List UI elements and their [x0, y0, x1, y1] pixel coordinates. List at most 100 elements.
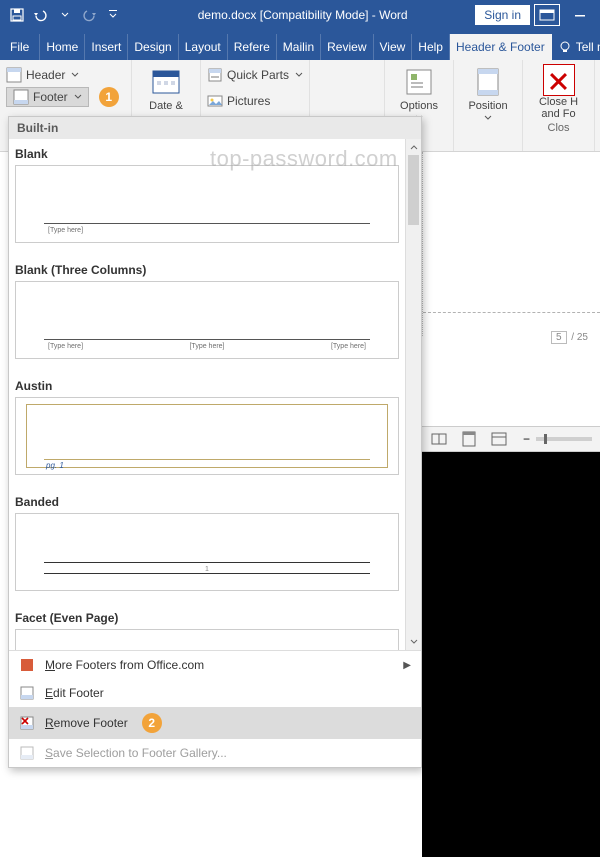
menu-save-selection: Save Selection to Footer Gallery... [9, 739, 421, 767]
placeholder-text: [Type here] [48, 343, 83, 350]
position-button[interactable]: Position [458, 64, 518, 122]
menu-more-footers[interactable]: More Footers from Office.com ▶ [9, 651, 421, 679]
scroll-down-icon[interactable] [406, 634, 421, 650]
menu-remove-label: Remove Footer [45, 716, 128, 730]
placeholder-text: [Type here] [48, 227, 83, 234]
quick-parts-icon [207, 67, 223, 83]
pictures-label: Pictures [227, 94, 270, 108]
page-total: 25 [577, 332, 588, 343]
tab-file[interactable]: File [0, 34, 40, 60]
gallery-item-facet-even-title: Facet (Even Page) [9, 603, 405, 629]
close-group: Close H and Fo Clos [523, 60, 595, 151]
close-header-footer-button[interactable]: Close H and Fo [539, 64, 578, 120]
gallery-scrollbar[interactable] [405, 139, 421, 650]
gallery-scroll-area: Blank [Type here] Blank (Three Columns) … [9, 139, 421, 650]
close-label-1: Close H [539, 96, 578, 108]
undo-dropdown-icon[interactable] [56, 6, 74, 24]
sign-in-button[interactable]: Sign in [475, 5, 530, 25]
ribbon-display-options-icon[interactable] [534, 4, 560, 26]
read-mode-icon[interactable] [430, 430, 448, 448]
footer-button[interactable]: Footer 1 [6, 86, 125, 108]
chevron-down-icon [74, 93, 82, 101]
tab-mailings[interactable]: Mailin [277, 34, 321, 60]
tab-home[interactable]: Home [40, 34, 85, 60]
scroll-up-icon[interactable] [406, 139, 421, 155]
gallery-item-banded[interactable]: 1 [15, 513, 399, 591]
annotation-badge-2: 2 [142, 713, 162, 733]
redo-icon[interactable] [80, 6, 98, 24]
edit-footer-icon [19, 685, 35, 701]
web-layout-icon[interactable] [490, 430, 508, 448]
scrollbar-thumb[interactable] [408, 155, 419, 225]
gallery-item-blank-three-columns[interactable]: [Type here] [Type here] [Type here] [15, 281, 399, 359]
status-bar: − [422, 426, 600, 452]
save-selection-icon [19, 745, 35, 761]
tab-header-footer[interactable]: Header & Footer [450, 34, 552, 60]
chevron-down-icon [484, 114, 492, 122]
page-sep: / [569, 332, 577, 343]
gallery-item-banded-title: Banded [9, 487, 405, 513]
footer-icon [13, 89, 29, 105]
gallery-item-austin-title: Austin [9, 371, 405, 397]
titlebar-right: Sign in [475, 1, 600, 29]
position-icon [472, 66, 504, 98]
menu-more-label: More Footers from Office.com [45, 658, 204, 672]
gallery-item-blank-title: Blank [9, 139, 405, 165]
ribbon-tabs: File Home Insert Design Layout Refere Ma… [0, 30, 600, 60]
tab-layout[interactable]: Layout [179, 34, 228, 60]
date-time-button[interactable]: Date & [136, 64, 196, 112]
minimize-button[interactable] [564, 1, 596, 29]
gallery-item-austin[interactable]: pg. 1 [15, 397, 399, 475]
tell-me-label: Tell me [576, 40, 600, 54]
document-background [422, 452, 600, 857]
placeholder-text: [Type here] [331, 343, 366, 350]
tab-references[interactable]: Refere [228, 34, 277, 60]
quick-parts-label: Quick Parts [227, 68, 289, 82]
office-icon [19, 657, 35, 673]
undo-icon[interactable] [32, 6, 50, 24]
menu-edit-label: Edit Footer [45, 686, 104, 700]
menu-save-label: Save Selection to Footer Gallery... [45, 746, 227, 760]
tab-view[interactable]: View [374, 34, 413, 60]
zoom-control[interactable]: − [523, 432, 592, 446]
quick-access-toolbar [0, 6, 130, 24]
close-group-label: Clos [548, 120, 570, 134]
tab-review[interactable]: Review [321, 34, 373, 60]
date-label: Date & [149, 100, 183, 112]
gallery-item-blank[interactable]: [Type here] [15, 165, 399, 243]
tab-tell-me[interactable]: Tell me [552, 34, 600, 60]
close-icon [543, 64, 575, 96]
gallery-item-facet-even[interactable]: [Author name] | [SCHOOL] [15, 629, 399, 650]
tab-insert[interactable]: Insert [85, 34, 128, 60]
position-group: Position [454, 60, 523, 151]
gallery-footer-menu: More Footers from Office.com ▶ Edit Foot… [9, 650, 421, 767]
pictures-button[interactable]: Pictures [207, 90, 303, 112]
print-layout-icon[interactable] [460, 430, 478, 448]
remove-footer-icon [19, 715, 35, 731]
tab-design[interactable]: Design [128, 34, 178, 60]
zoom-slider[interactable] [536, 437, 592, 441]
quick-parts-button[interactable]: Quick Parts [207, 64, 303, 86]
zoom-minus[interactable]: − [523, 432, 530, 446]
menu-remove-footer[interactable]: Remove Footer 2 [9, 707, 421, 739]
header-button[interactable]: Header [6, 64, 125, 86]
footer-boundary-line [423, 312, 600, 313]
pictures-icon [207, 93, 223, 109]
menu-edit-footer[interactable]: Edit Footer [9, 679, 421, 707]
annotation-badge-1: 1 [99, 87, 119, 107]
chevron-down-icon [295, 71, 303, 79]
document-title: demo.docx [Compatibility Mode] - Word [130, 8, 475, 22]
lightbulb-icon [558, 40, 572, 54]
options-button[interactable]: Options [389, 64, 449, 122]
qat-customize-icon[interactable] [104, 6, 122, 24]
page-indicator: 5 / 25 [551, 332, 588, 343]
placeholder-text: [Type here] [189, 343, 224, 350]
save-icon[interactable] [8, 6, 26, 24]
close-label-2: and Fo [541, 108, 575, 120]
options-label: Options [400, 100, 438, 112]
position-label: Position [468, 100, 507, 112]
tab-help[interactable]: Help [412, 34, 450, 60]
gallery-section-header: Built-in [9, 117, 421, 139]
options-icon [403, 66, 435, 98]
calendar-icon [150, 66, 182, 98]
